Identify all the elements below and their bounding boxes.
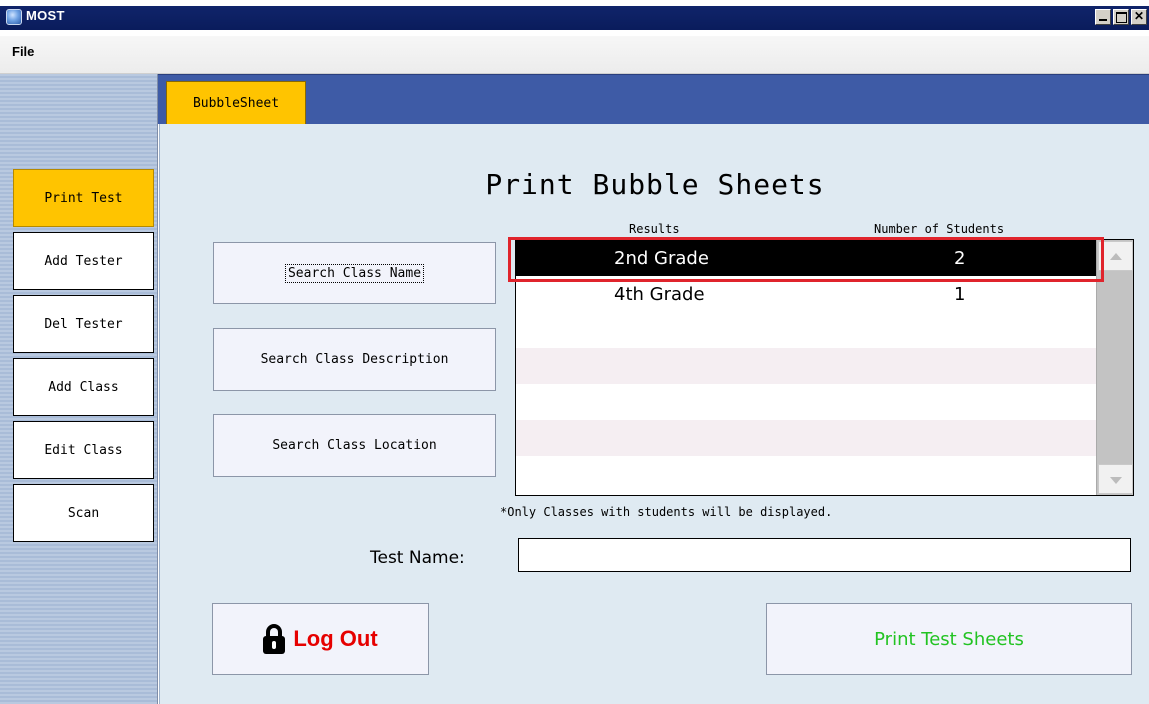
window-controls: ✕ [1095, 9, 1147, 25]
sidebar-del-tester-button[interactable]: Del Tester [13, 295, 154, 353]
sidebar-scan-button[interactable]: Scan [13, 484, 154, 542]
empty-row [516, 312, 1096, 348]
scroll-down-arrow-icon[interactable] [1098, 464, 1133, 494]
tab-strip: BubbleSheet [158, 74, 1149, 125]
search-class-description-button[interactable]: Search Class Description [213, 328, 496, 391]
empty-row [516, 456, 1096, 492]
search-class-name-label: Search Class Name [284, 263, 425, 283]
result-student-count: 1 [954, 283, 966, 305]
logout-button[interactable]: Log Out [212, 603, 429, 675]
search-class-location-label: Search Class Location [272, 438, 437, 453]
results-list[interactable]: 2nd Grade 2 4th Grade 1 [515, 239, 1134, 496]
minimize-button[interactable] [1095, 9, 1111, 25]
test-name-label: Test Name: [370, 548, 465, 568]
search-class-location-button[interactable]: Search Class Location [213, 414, 496, 477]
sidebar-edit-class-button[interactable]: Edit Class [13, 421, 154, 479]
search-class-name-button[interactable]: Search Class Name [213, 242, 496, 304]
title-bar[interactable]: MOST ✕ [0, 0, 1149, 30]
main-panel: Print Bubble Sheets Search Class Name Se… [159, 124, 1149, 704]
result-class-name: 2nd Grade [614, 247, 709, 269]
results-scrollbar[interactable] [1096, 240, 1133, 495]
close-button[interactable]: ✕ [1131, 9, 1147, 25]
results-column-header: Results [629, 222, 680, 236]
empty-row [516, 420, 1096, 456]
result-row[interactable]: 4th Grade 1 [516, 276, 1096, 312]
tab-bubblesheet[interactable]: BubbleSheet [166, 81, 306, 125]
print-test-sheets-button[interactable]: Print Test Sheets [766, 603, 1132, 675]
menu-file[interactable]: File [12, 44, 34, 59]
scroll-up-arrow-icon[interactable] [1098, 241, 1133, 271]
search-class-description-label: Search Class Description [260, 352, 449, 367]
empty-row [516, 348, 1096, 384]
lock-icon [263, 624, 286, 654]
window-title: MOST [26, 8, 65, 23]
result-student-count: 2 [954, 247, 966, 269]
sidebar-add-tester-button[interactable]: Add Tester [13, 232, 154, 290]
students-column-header: Number of Students [874, 222, 1005, 236]
result-row-selected[interactable]: 2nd Grade 2 [516, 240, 1096, 276]
maximize-button[interactable] [1113, 9, 1129, 25]
app-globe-icon [6, 9, 22, 25]
results-note: *Only Classes with students will be disp… [500, 505, 833, 519]
sidebar-print-test-button[interactable]: Print Test [13, 169, 154, 227]
logout-label: Log Out [293, 626, 378, 651]
sidebar: Print Test Add Tester Del Tester Add Cla… [0, 74, 158, 704]
result-class-name: 4th Grade [614, 283, 705, 305]
empty-row [516, 384, 1096, 420]
sidebar-add-class-button[interactable]: Add Class [13, 358, 154, 416]
test-name-input[interactable] [518, 538, 1131, 572]
menu-bar: File [0, 36, 1149, 74]
page-title: Print Bubble Sheets [485, 168, 825, 201]
